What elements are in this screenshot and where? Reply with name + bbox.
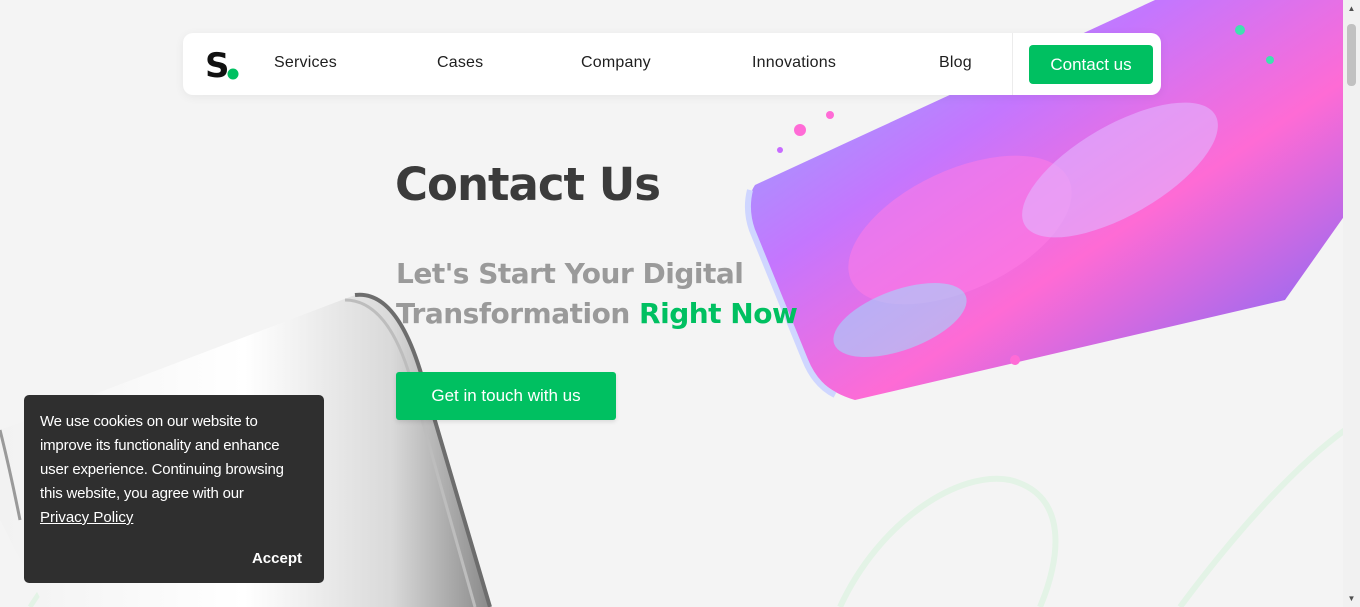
nav-link-blog[interactable]: Blog bbox=[939, 54, 972, 72]
triangle-up-icon[interactable]: ▲ bbox=[1343, 0, 1360, 17]
privacy-policy-link[interactable]: Privacy Policy bbox=[40, 506, 308, 530]
cookie-banner: We use cookies on our website to improve… bbox=[24, 395, 324, 583]
contact-us-button[interactable]: Contact us bbox=[1029, 45, 1153, 84]
nav-link-cases[interactable]: Cases bbox=[437, 54, 483, 72]
nav-link-services[interactable]: Services bbox=[274, 54, 337, 72]
hero-subtitle-line2-text: Transformation bbox=[396, 297, 630, 330]
hero-subtitle: Let's Start Your Digital Transformation … bbox=[396, 254, 816, 334]
page-title: Contact Us bbox=[395, 158, 661, 211]
triangle-down-icon[interactable]: ▼ bbox=[1343, 590, 1360, 607]
scrollbar-thumb[interactable] bbox=[1347, 24, 1356, 86]
hero-subtitle-line1: Let's Start Your Digital bbox=[396, 257, 744, 290]
hero-subtitle-line2: Transformation Right Now bbox=[396, 294, 816, 334]
accept-cookies-button[interactable]: Accept bbox=[252, 550, 302, 567]
get-in-touch-button[interactable]: Get in touch with us bbox=[396, 372, 616, 420]
nav-link-company[interactable]: Company bbox=[581, 54, 651, 72]
vertical-scrollbar[interactable]: ▲ ▼ bbox=[1343, 0, 1360, 607]
nav-link-innovations[interactable]: Innovations bbox=[752, 54, 836, 72]
nav-divider bbox=[1012, 33, 1013, 95]
hero-subtitle-accent: Right Now bbox=[639, 297, 798, 330]
top-navigation: S Services Cases Company Innovations Blo… bbox=[183, 33, 1161, 95]
cookie-text: We use cookies on our website to improve… bbox=[40, 413, 284, 502]
logo-icon[interactable]: S bbox=[205, 47, 243, 83]
svg-text:S: S bbox=[205, 47, 230, 83]
